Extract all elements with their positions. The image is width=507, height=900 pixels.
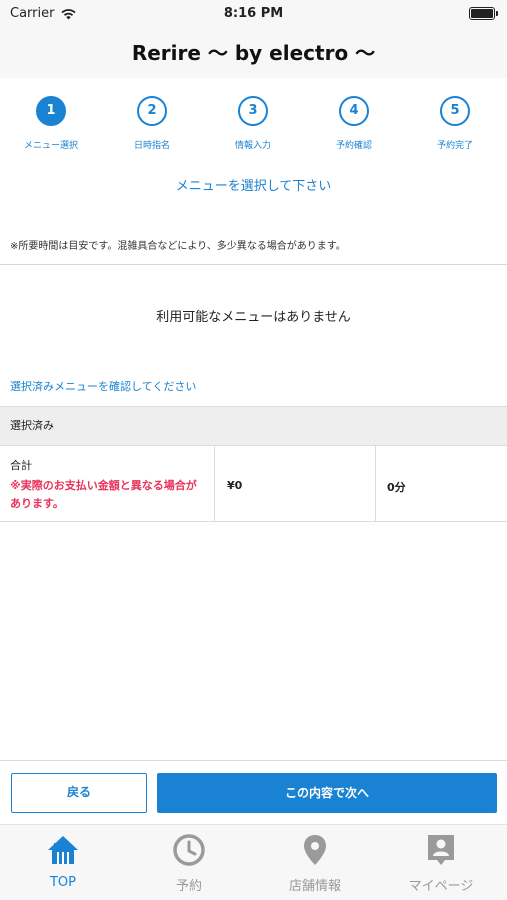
total-price: ¥0 bbox=[215, 446, 376, 522]
step-3: 3 情報入力 bbox=[208, 96, 298, 151]
total-duration: 0分 bbox=[387, 481, 406, 494]
status-time: 8:16 PM bbox=[223, 6, 284, 21]
step-5: 5 予約完了 bbox=[410, 96, 500, 151]
step-label: 予約完了 bbox=[436, 141, 473, 151]
step-number: 2 bbox=[137, 96, 167, 126]
selected-header: 選択済み bbox=[0, 406, 507, 446]
status-bar: Carrier 8:16 PM bbox=[0, 0, 507, 28]
clock-icon bbox=[173, 834, 205, 866]
duration-notice: ※所要時間は目安です。混雑具合などにより、多少異なる場合があります。 bbox=[10, 241, 346, 252]
step-indicator: 1 メニュー選択 2 日時指名 3 情報入力 4 予約確認 5 予約完了 bbox=[0, 96, 507, 156]
tab-reservation[interactable]: 予約 bbox=[126, 825, 252, 900]
step-label: メニュー選択 bbox=[23, 141, 78, 151]
back-button[interactable]: 戻る bbox=[11, 773, 147, 813]
tab-store-info[interactable]: 店舗情報 bbox=[252, 825, 378, 900]
step-1: 1 メニュー選択 bbox=[6, 96, 96, 151]
total-label: 合計 bbox=[10, 459, 32, 472]
home-icon bbox=[48, 836, 78, 864]
step-number: 3 bbox=[238, 96, 268, 126]
action-bar: 戻る この内容で次へ bbox=[0, 760, 507, 824]
tab-top[interactable]: TOP bbox=[0, 825, 126, 900]
tab-mypage[interactable]: マイページ bbox=[378, 825, 504, 900]
menu-instruction: メニューを選択して下さい bbox=[175, 179, 332, 194]
step-label: 日時指名 bbox=[133, 141, 170, 151]
next-button[interactable]: この内容で次へ bbox=[157, 773, 497, 813]
confirm-selected-link[interactable]: 選択済みメニューを確認してください bbox=[10, 378, 196, 394]
empty-menu-message: 利用可能なメニューはありません bbox=[156, 310, 351, 325]
total-cell: 合計 ※実際のお支払い金額と異なる場合があります。 bbox=[0, 446, 215, 522]
tab-bar: TOP 予約 店舗情報 マイページ bbox=[0, 824, 507, 900]
step-label: 予約確認 bbox=[335, 141, 372, 151]
step-number: 4 bbox=[339, 96, 369, 126]
battery-icon bbox=[469, 7, 498, 20]
tab-label: マイページ bbox=[408, 879, 474, 894]
step-2: 2 日時指名 bbox=[107, 96, 197, 151]
total-warning-note: ※実際のお支払い金額と異なる場合があります。 bbox=[10, 479, 197, 510]
step-number: 1 bbox=[36, 96, 66, 126]
step-number: 5 bbox=[440, 96, 470, 126]
profile-icon bbox=[428, 835, 454, 865]
step-4: 4 予約確認 bbox=[309, 96, 399, 151]
divider bbox=[0, 264, 507, 265]
navigation-bar: Rerire 〜 by electro 〜 bbox=[0, 28, 507, 78]
tab-label: 店舗情報 bbox=[288, 879, 341, 894]
tab-label: TOP bbox=[49, 875, 76, 890]
map-pin-icon bbox=[304, 835, 326, 865]
summary-row: 合計 ※実際のお支払い金額と異なる場合があります。 ¥0 0分 bbox=[0, 446, 507, 522]
step-label: 情報入力 bbox=[234, 141, 271, 151]
tab-label: 予約 bbox=[175, 879, 202, 894]
page-title: Rerire 〜 by electro 〜 bbox=[131, 41, 376, 65]
